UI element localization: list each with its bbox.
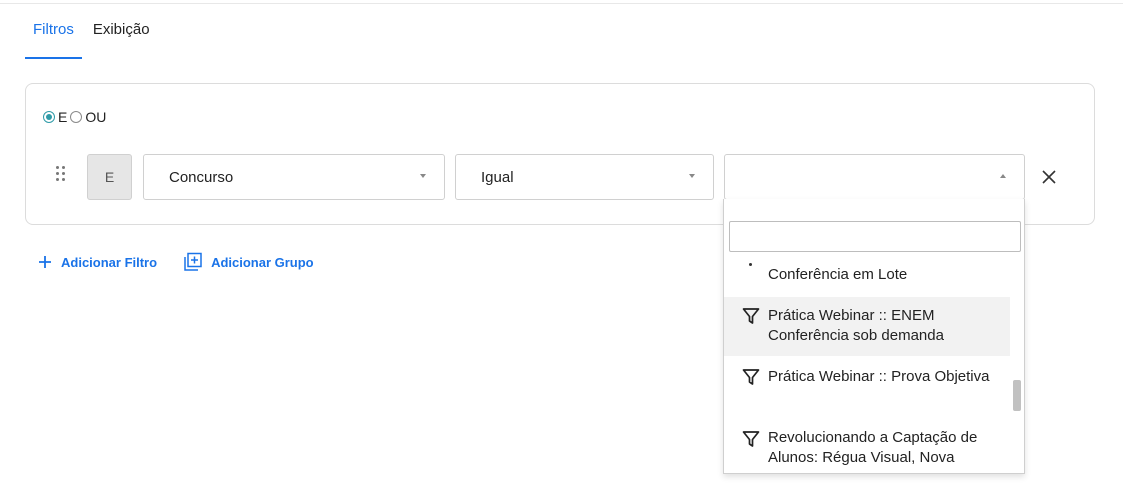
dropdown-option[interactable]: Prática Webinar :: Prova Objetiva [724,358,1010,418]
filter-icon [742,431,760,447]
dropdown-option-label: Revolucionando a Captação de Alunos: Rég… [768,429,978,466]
filter-actions: Adicionar Filtro Adicionar Grupo [37,252,314,272]
dropdown-option-label: Prática Webinar :: Prova Objetiva [768,368,990,385]
radio-e[interactable] [43,111,55,123]
remove-filter-close-icon[interactable] [1037,165,1061,189]
add-box-icon [184,252,202,271]
add-filter-button[interactable]: Adicionar Filtro [37,254,157,270]
filter-icon [742,308,760,324]
dropdown-options-list[interactable]: Conferência em Lote Prática Webinar :: E… [724,257,1010,473]
logic-toggle: E OU [43,109,109,125]
chevron-down-icon [689,174,695,178]
value-dropdown: Conferência em Lote Prática Webinar :: E… [723,199,1025,474]
dropdown-option[interactable]: Conferência em Lote [724,257,1010,293]
add-filter-label: Adicionar Filtro [61,254,158,270]
dropdown-option-label: Conferência em Lote [768,266,908,283]
dropdown-search-input[interactable] [729,221,1021,252]
drag-handle-icon[interactable] [56,166,70,188]
dropdown-scrollbar[interactable] [1013,380,1021,411]
radio-ou[interactable] [70,111,83,123]
operator-select-value: Igual [481,168,514,186]
filter-icon [749,263,752,266]
chevron-down-icon [420,174,426,178]
tab-exibicao[interactable]: Exibição [85,12,158,59]
field-select-value: Concurso [169,168,234,186]
dropdown-option[interactable]: Prática Webinar :: ENEM Conferência sob … [724,297,1010,356]
add-group-label: Adicionar Grupo [211,254,314,270]
field-select[interactable]: Concurso [143,154,445,200]
plus-icon [39,256,51,268]
row-logic-badge: E [87,154,132,200]
top-divider [0,3,1123,4]
dropdown-option-label: Prática Webinar :: ENEM Conferência sob … [768,307,944,344]
chevron-up-icon [1000,174,1006,178]
tab-bar: Filtros Exibição [25,12,158,59]
radio-ou-label[interactable]: OU [85,109,106,125]
radio-e-label[interactable]: E [58,109,67,125]
value-select[interactable] [724,154,1025,200]
dropdown-option[interactable]: Revolucionando a Captação de Alunos: Rég… [724,420,1010,473]
add-group-button[interactable]: Adicionar Grupo [183,252,314,272]
tab-filtros[interactable]: Filtros [25,12,82,59]
filter-icon [742,369,760,385]
operator-select[interactable]: Igual [455,154,714,200]
